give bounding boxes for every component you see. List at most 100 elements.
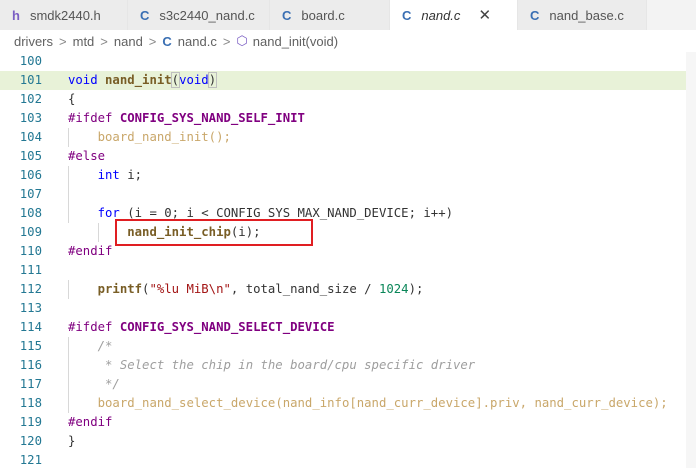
breadcrumb-item-drivers[interactable]: drivers xyxy=(14,34,53,49)
c-file-icon: C xyxy=(140,7,150,23)
code-text: ); xyxy=(408,282,424,296)
code-text: (i = 0; i < CONFIG_SYS_MAX_NAND_DEVICE; … xyxy=(119,206,453,220)
code-line-100: 100 xyxy=(0,52,696,71)
tab-board-c[interactable]: C board.c xyxy=(270,0,390,30)
line-number: 118 xyxy=(19,396,42,410)
preprocessor-directive: #ifdef xyxy=(68,320,113,334)
code-line-109: 109 nand_init_chip(i); xyxy=(0,223,696,242)
code-line-120: 120} xyxy=(0,432,696,451)
comment-text: */ xyxy=(97,377,120,391)
line-number: 103 xyxy=(19,111,42,125)
breadcrumb-item-nand-c[interactable]: nand.c xyxy=(178,34,217,49)
code-line-117: 117 */ xyxy=(0,375,696,394)
line-number: 108 xyxy=(19,206,42,220)
tab-label: board.c xyxy=(301,7,345,23)
line-number: 104 xyxy=(19,130,42,144)
h-file-icon: h xyxy=(12,7,20,23)
comment-text: * Select the chip in the board/cpu speci… xyxy=(97,358,476,372)
code-line-104: 104 board_nand_init(); xyxy=(0,128,696,147)
line-number: 109 xyxy=(19,225,42,239)
code-line-119: 119 #endif xyxy=(0,413,696,432)
code-text: i; xyxy=(119,168,143,182)
vertical-scrollbar[interactable] xyxy=(686,52,696,468)
inactive-code: board_nand_init(); xyxy=(97,130,231,144)
breadcrumb: drivers > mtd > nand > C nand.c > ⬡ nand… xyxy=(0,30,696,52)
tab-nand-c[interactable]: C nand.c ✕ xyxy=(390,0,518,30)
tab-nand-base-c[interactable]: C nand_base.c xyxy=(518,0,647,30)
code-line-106: 106 int i; xyxy=(0,166,696,185)
tab-smdk2440-h[interactable]: h smdk2440.h xyxy=(0,0,128,30)
chevron-right-icon: > xyxy=(222,33,231,49)
function-call: board_nand_select_device xyxy=(97,396,276,410)
chevron-right-icon: > xyxy=(100,33,108,49)
comment-text: /* xyxy=(97,339,113,353)
preprocessor-directive: #endif xyxy=(68,244,113,258)
code-line-115: 115 /* xyxy=(0,337,696,356)
code-text: , total_nand_size / xyxy=(230,282,379,296)
line-number: 114 xyxy=(19,320,42,334)
line-number: 112 xyxy=(19,282,42,296)
line-number: 119 xyxy=(19,415,42,429)
line-number: 121 xyxy=(19,453,42,467)
line-number: 120 xyxy=(19,434,42,448)
symbol-method-icon: ⬡ xyxy=(236,33,248,48)
string-literal: "%lu MiB\n" xyxy=(149,282,231,296)
code-editor[interactable]: 100 101 void nand_init(void) 102{ 103 #ifd… xyxy=(0,52,696,468)
function-name: nand_init xyxy=(105,73,172,87)
code-line-116: 116 * Select the chip in the board/cpu s… xyxy=(0,356,696,375)
line-number: 101 xyxy=(19,73,42,87)
code-line-110: 110 #endif xyxy=(0,242,696,261)
line-number: 110 xyxy=(19,244,42,258)
tab-label: nand_base.c xyxy=(549,7,624,23)
code-line-101: 101 void nand_init(void) xyxy=(0,71,696,90)
tab-label: smdk2440.h xyxy=(29,7,101,23)
code-line-105: 105 #else xyxy=(0,147,696,166)
line-number: 106 xyxy=(19,168,42,182)
breadcrumb-item-nand[interactable]: nand xyxy=(114,34,143,49)
function-call: printf xyxy=(97,282,143,296)
keyword-int: int xyxy=(97,168,120,182)
line-number: 113 xyxy=(19,301,42,315)
breadcrumb-item-mtd[interactable]: mtd xyxy=(73,34,95,49)
code-line-118: 118 board_nand_select_device(nand_info[n… xyxy=(0,394,696,413)
line-number: 102 xyxy=(19,92,42,106)
preprocessor-directive: #endif xyxy=(68,415,113,429)
preprocessor-directive: #ifdef xyxy=(68,111,113,125)
tab-s3c2440-nand-c[interactable]: C s3c2440_nand.c xyxy=(128,0,270,30)
code-line-108: 108 for (i = 0; i < CONFIG_SYS_MAX_NAND_… xyxy=(0,204,696,223)
line-number: 111 xyxy=(19,263,42,277)
code-text: (nand_info[nand_curr_device].priv, xyxy=(275,396,535,410)
code-text: { xyxy=(68,92,76,106)
breadcrumb-item-nand-init[interactable]: nand_init(void) xyxy=(253,34,338,49)
chevron-right-icon: > xyxy=(59,33,67,49)
close-icon[interactable]: ✕ xyxy=(478,6,491,24)
c-file-icon: C xyxy=(162,33,172,49)
line-number: 100 xyxy=(19,54,42,68)
number-literal: 1024 xyxy=(378,282,409,296)
line-number: 117 xyxy=(19,377,42,391)
line-number: 107 xyxy=(19,187,42,201)
code-line-107: 107 xyxy=(0,185,696,204)
c-file-icon: C xyxy=(282,7,292,23)
line-number: 115 xyxy=(19,339,42,353)
code-line-111: 111 xyxy=(0,261,696,280)
code-line-102: 102 { xyxy=(0,90,696,109)
c-file-icon: C xyxy=(530,7,540,23)
code-line-114: 114 #ifdef CONFIG_SYS_NAND_SELECT_DEVICE xyxy=(0,318,696,337)
macro-name: CONFIG_SYS_NAND_SELECT_DEVICE xyxy=(119,320,335,334)
line-number: 116 xyxy=(19,358,42,372)
chevron-right-icon: > xyxy=(148,33,157,49)
keyword-void: void xyxy=(68,73,98,87)
preprocessor-directive: #else xyxy=(68,149,106,163)
code-line-121: 121 xyxy=(0,451,696,470)
tab-bar: h smdk2440.h C s3c2440_nand.c C board.c … xyxy=(0,0,696,30)
c-file-icon: C xyxy=(402,7,412,23)
tab-label: s3c2440_nand.c xyxy=(159,7,255,23)
keyword-void: void xyxy=(179,73,209,87)
tab-label: nand.c xyxy=(421,7,461,23)
code-text: nand_curr_device); xyxy=(534,396,668,410)
code-text: } xyxy=(68,434,76,448)
macro-name: CONFIG_SYS_NAND_SELF_INIT xyxy=(119,111,305,125)
annotation-highlight-box xyxy=(115,219,313,246)
code-line-112: 112 printf("%lu MiB\n", total_nand_size … xyxy=(0,280,696,299)
